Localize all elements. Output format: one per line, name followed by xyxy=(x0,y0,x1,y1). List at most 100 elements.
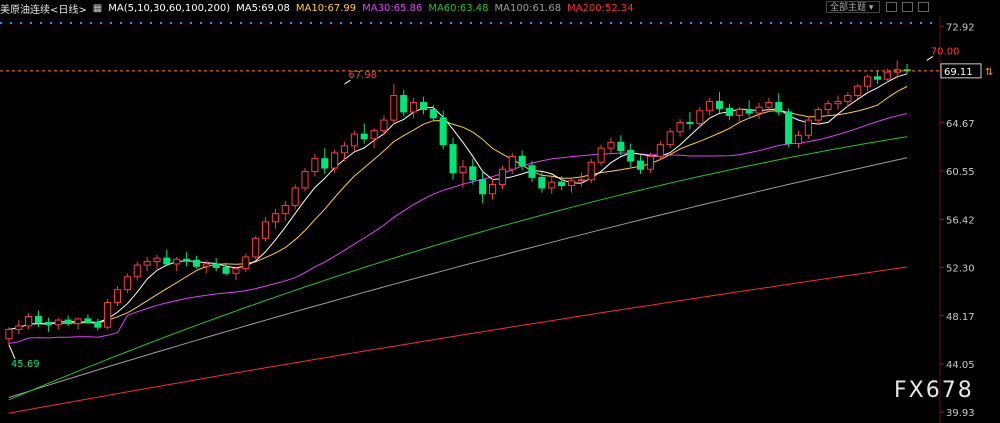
candle-body xyxy=(104,302,112,328)
ma10-line xyxy=(8,86,908,330)
candle-body xyxy=(5,328,13,340)
candle-body xyxy=(261,221,270,239)
y-tick-label: 48.17 xyxy=(946,312,975,323)
candle-body xyxy=(15,325,23,330)
candle-body xyxy=(696,110,704,125)
y-tick-label: 52.30 xyxy=(946,263,975,274)
y-tick-label: 60.55 xyxy=(946,167,975,178)
candle-body xyxy=(646,155,655,170)
annotation-pointer xyxy=(8,344,16,359)
candle-body xyxy=(607,141,615,149)
ma10-value: MA10:67.99 xyxy=(295,2,357,14)
candle-body xyxy=(232,268,240,274)
candle-body xyxy=(488,183,497,195)
candle-body xyxy=(804,119,812,136)
candle-body xyxy=(143,261,151,266)
candle-body xyxy=(202,263,210,267)
candle-body xyxy=(637,160,645,170)
close-window-button[interactable] xyxy=(918,2,929,12)
candle-body xyxy=(350,133,358,147)
y-tick-label: 44.05 xyxy=(946,360,975,371)
candle-body xyxy=(252,237,260,258)
candle-body xyxy=(331,152,339,169)
candle-body xyxy=(577,179,585,182)
candle-body xyxy=(587,161,595,181)
watermark-logo: FX678 xyxy=(894,378,974,403)
candle-body xyxy=(834,100,842,105)
candle-body xyxy=(479,179,487,195)
candle-body xyxy=(173,258,181,265)
candle-body xyxy=(686,121,694,125)
candle-body xyxy=(410,102,418,113)
candle-body xyxy=(755,106,763,114)
candle-body xyxy=(74,318,82,325)
candle-body xyxy=(785,111,793,144)
ma5-line xyxy=(8,73,908,330)
candle-body xyxy=(528,165,536,178)
candle-body xyxy=(765,102,773,108)
candle-body xyxy=(439,117,447,146)
candle-body xyxy=(548,181,556,189)
candlestick-chart[interactable]: 72.92 69.11 64.67 60.55 56.42 52.30 48.17 44.05… xyxy=(0,0,1000,423)
candle-body xyxy=(854,85,862,97)
candle-body xyxy=(123,276,131,291)
candle-body xyxy=(311,158,319,173)
candle-body xyxy=(883,71,891,80)
candle-body xyxy=(183,258,191,261)
ma60-line xyxy=(8,136,908,401)
ma60-value: MA60:63.48 xyxy=(428,2,489,14)
candle-body xyxy=(518,155,526,167)
annotation-label: 67.98 xyxy=(349,70,378,81)
sort-arrow-icon: ⇅ xyxy=(985,67,993,78)
candle-body xyxy=(794,134,803,144)
candle-body xyxy=(567,180,576,187)
candle-body xyxy=(291,187,299,206)
candle-body xyxy=(370,130,378,140)
chevron-down-icon: ▾ xyxy=(868,3,874,13)
candle-body xyxy=(844,95,852,102)
y-tick-label: 56.42 xyxy=(946,215,975,226)
candle-body xyxy=(281,204,289,215)
candle-body xyxy=(508,155,516,170)
theme-dropdown-label: 全部主题 xyxy=(830,3,867,13)
candle-body xyxy=(242,256,250,270)
candle-body xyxy=(597,147,605,163)
candle-body xyxy=(814,109,822,121)
candle-body xyxy=(676,121,684,133)
ma30-value: MA30:65.86 xyxy=(362,2,423,14)
candle-body xyxy=(469,166,477,181)
ma5-value: MA5:69.08 xyxy=(236,2,290,14)
candle-body xyxy=(873,76,882,80)
instrument-title[interactable]: 美原油连续<日线> xyxy=(0,1,87,16)
candle-body xyxy=(400,95,408,113)
candle-body xyxy=(735,109,743,116)
ma-settings-icon[interactable]: ▦ xyxy=(93,3,102,14)
candle-body xyxy=(666,131,674,146)
ma100-value: MA100:61.68 xyxy=(494,2,562,14)
candle-body xyxy=(54,319,62,326)
candle-body xyxy=(627,149,635,162)
candle-body xyxy=(163,257,171,265)
restore-window-button[interactable] xyxy=(886,2,897,12)
candle-body xyxy=(301,171,309,189)
candle-body xyxy=(212,263,220,268)
candle-body xyxy=(706,100,714,112)
candle-body xyxy=(133,264,141,278)
candle-body xyxy=(538,176,546,189)
candle-body xyxy=(824,103,832,111)
theme-dropdown[interactable]: 全部主题 ▾ xyxy=(826,1,880,13)
maximize-window-button[interactable] xyxy=(902,2,913,12)
candle-body xyxy=(390,95,398,121)
candle-body xyxy=(34,316,43,323)
ma30-line xyxy=(8,113,908,344)
candle-body xyxy=(617,141,625,151)
candle-body xyxy=(271,213,279,223)
ma-parameters[interactable]: MA(5,10,30,60,100,200) xyxy=(108,3,230,14)
candle-body xyxy=(25,316,33,327)
candle-body xyxy=(449,144,457,174)
candle-body xyxy=(429,109,437,119)
candle-body xyxy=(222,266,230,274)
candle-body xyxy=(192,259,201,267)
candle-body xyxy=(725,107,733,116)
candle-body xyxy=(656,144,664,157)
